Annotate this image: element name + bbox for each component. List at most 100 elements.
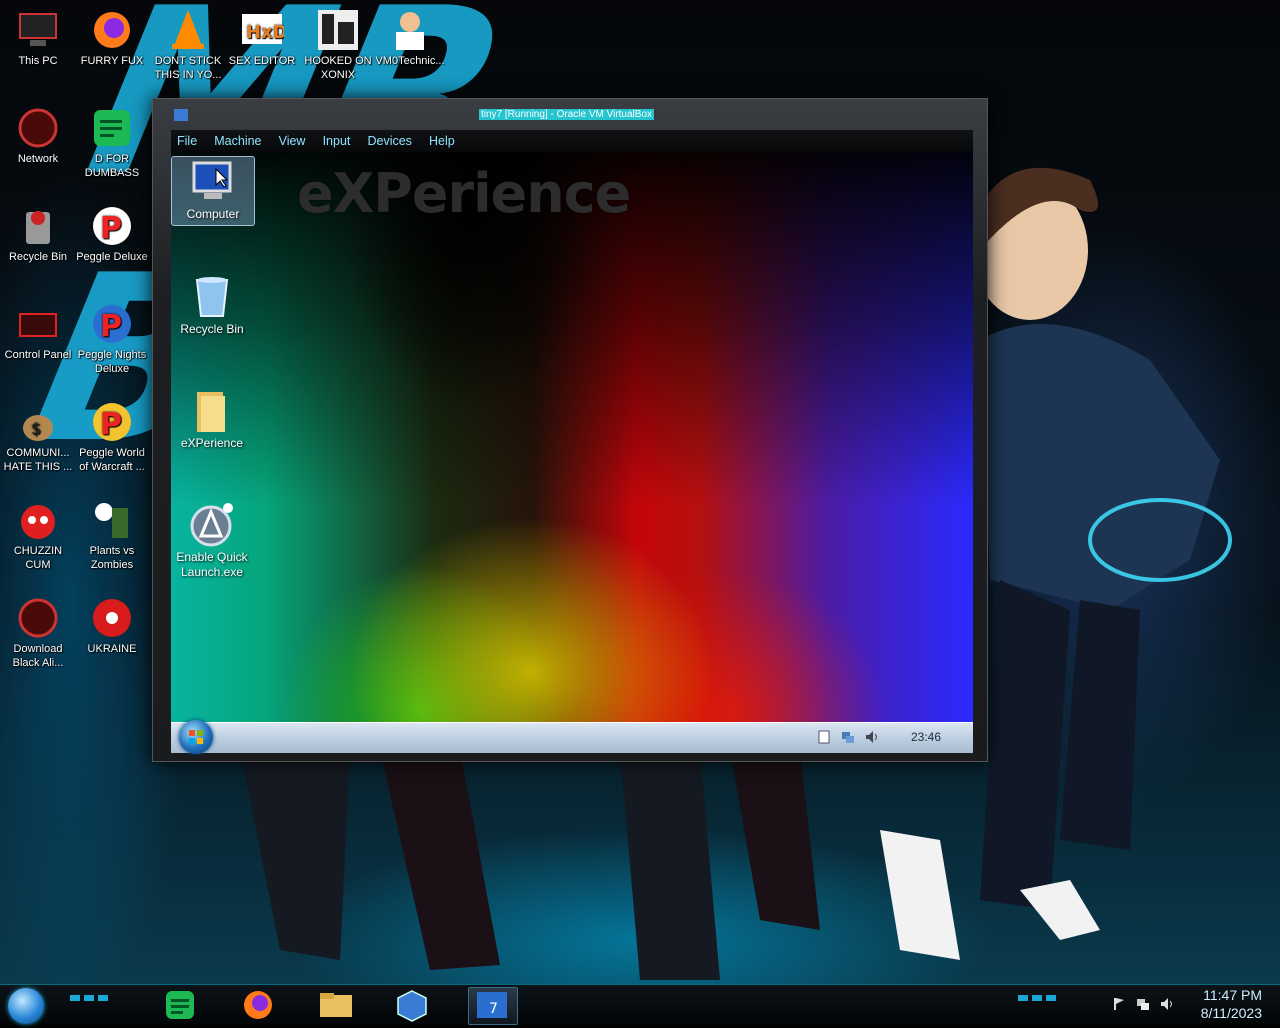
guest-icon-experience-folder[interactable]: eXPerience	[171, 386, 253, 451]
svg-text:P: P	[100, 211, 122, 246]
chuzzle-icon	[21, 505, 55, 539]
guest-icon-label: Enable Quick Launch.exe	[176, 550, 248, 579]
svg-text:P: P	[100, 407, 122, 442]
desktop-icon-recycle-bin[interactable]: Recycle Bin	[0, 204, 76, 264]
computer-icon	[192, 161, 232, 199]
tray-volume-icon[interactable]	[865, 730, 879, 744]
desktop-icon-d-for-dumbass[interactable]: D FOR DUMBASS	[74, 106, 150, 180]
menu-input[interactable]: Input	[317, 131, 357, 148]
menu-view[interactable]: View	[273, 131, 312, 148]
quick-launch-icon	[190, 503, 233, 547]
vm-menubar: File Machine View Input Devices Help	[171, 130, 973, 152]
guest-desktop[interactable]: eXPerience Computer Recycle Bin eXPerien…	[171, 152, 973, 722]
host-clock[interactable]: 11:47 PM 8/11/2023	[1201, 986, 1262, 1022]
vm-window-title: tiny7 [Running] - Oracle VM VirtualBox	[479, 109, 655, 120]
vlc-cone-icon	[172, 10, 204, 49]
desktop-icon-furry-fux[interactable]: FURRY FUX	[74, 8, 150, 68]
tray-network-icon[interactable]	[841, 730, 855, 744]
recycle-bin-icon	[26, 211, 50, 244]
guest-icon-label: Recycle Bin	[180, 322, 244, 336]
hxd-editor-icon: HxD	[242, 14, 288, 44]
guest-icon-enable-quick-launch[interactable]: Enable Quick Launch.exe	[171, 500, 253, 580]
peggle-nights-icon: P	[93, 305, 131, 344]
taskbar-decoration	[70, 995, 108, 1001]
folder-icon	[197, 392, 225, 432]
taskbar-notes-app[interactable]	[160, 987, 200, 1023]
desktop-icon-label: HOOKED ON XONIX	[304, 55, 372, 81]
guest-icon-computer[interactable]: Computer	[171, 156, 255, 226]
windows7-vm-icon: 7	[477, 992, 507, 1018]
desktop-icon-label: Control Panel	[4, 349, 72, 361]
tray-volume-icon[interactable]	[1160, 997, 1174, 1011]
guest-taskbar: 23:46	[171, 720, 973, 754]
virtualbox-vm-window[interactable]: tiny7 [Running] - Oracle VM VirtualBox F…	[152, 98, 988, 762]
desktop-icon-communi[interactable]: $ COMMUNI... HATE THIS ...	[0, 400, 76, 474]
taskbar-firefox[interactable]	[238, 987, 278, 1023]
desktop-icon-label: Download Black Ali...	[12, 643, 64, 669]
technician-icon	[396, 12, 424, 50]
notes-app-icon	[166, 991, 194, 1019]
wallpaper-figures	[240, 750, 960, 980]
desktop-icon-label: D FOR DUMBASS	[84, 153, 140, 179]
desktop-icon-label: Recycle Bin	[8, 251, 68, 263]
guest-wallpaper	[171, 152, 973, 722]
desktop-icon-download-black[interactable]: Download Black Ali...	[0, 596, 76, 670]
desktop-icon-peggle-wow[interactable]: P Peggle World of Warcraft ...	[74, 400, 150, 474]
tray-flag-icon[interactable]	[1112, 997, 1126, 1011]
desktop-icon-label: UKRAINE	[87, 643, 137, 655]
svg-text:7: 7	[489, 1001, 498, 1017]
peggle-icon: P	[93, 207, 131, 246]
vm-window-titlebar[interactable]: tiny7 [Running] - Oracle VM VirtualBox	[153, 99, 987, 129]
peggle-wow-icon: P	[93, 403, 131, 442]
desktop-icon-peggle-deluxe[interactable]: P Peggle Deluxe	[74, 204, 150, 264]
desktop-icon-chuzzin-cum[interactable]: CHUZZIN CUM	[0, 498, 76, 572]
recycle-bin-icon	[195, 277, 229, 317]
desktop-icon-network[interactable]: Network	[0, 106, 76, 166]
desktop-icon-label: FURRY FUX	[80, 55, 144, 67]
download-icon	[18, 598, 58, 638]
guest-icon-label: Computer	[186, 207, 240, 221]
desktop-icon-peggle-nights[interactable]: P Peggle Nights Deluxe	[74, 302, 150, 376]
desktop-icon-sex-editor[interactable]: HxD SEX EDITOR	[224, 8, 300, 68]
desktop-icon-this-pc[interactable]: This PC	[0, 8, 76, 68]
desktop-icon-label: Peggle World of Warcraft ...	[79, 447, 145, 473]
desktop-icon-hooked-on-xonix[interactable]: HOOKED ON XONIX	[300, 8, 376, 82]
desktop-icon-label: CHUZZIN CUM	[13, 545, 63, 571]
host-start-button[interactable]	[8, 988, 44, 1024]
desktop-icon-control-panel[interactable]: Control Panel	[0, 302, 76, 362]
file-explorer-icon	[320, 993, 352, 1017]
desktop-icon-label: Plants vs Zombies	[89, 545, 135, 571]
desktop-icon-label: Network	[17, 153, 59, 165]
svg-text:$: $	[31, 419, 41, 438]
desktop-icon-label: VM0Technic...	[375, 55, 445, 67]
desktop-icon-vm0technic[interactable]: VM0Technic...	[372, 8, 448, 68]
desktop-icon-plants-vs-zombies[interactable]: Plants vs Zombies	[74, 498, 150, 572]
desktop-icon-label: Peggle Nights Deluxe	[77, 349, 147, 375]
desktop-icon-ukraine[interactable]: UKRAINE	[74, 596, 150, 656]
taskbar-file-explorer[interactable]	[316, 987, 356, 1023]
tray-network-icon[interactable]	[1136, 997, 1150, 1011]
guest-start-button[interactable]	[179, 720, 213, 754]
firefox-icon	[94, 12, 130, 48]
guest-brand-text: eXPerience	[297, 162, 631, 225]
desktop-icon-label: SEX EDITOR	[228, 55, 296, 67]
menu-machine[interactable]: Machine	[208, 131, 267, 148]
firefox-icon	[244, 991, 272, 1019]
guest-clock[interactable]: 23:46	[911, 730, 941, 744]
taskbar-virtualbox[interactable]	[392, 987, 432, 1023]
virtualbox-icon	[174, 109, 188, 121]
svg-text:P: P	[100, 309, 122, 344]
taskbar-windows7-vm[interactable]: 7	[468, 987, 518, 1025]
network-icon	[18, 108, 58, 148]
menu-file[interactable]: File	[171, 131, 203, 148]
desktop-icon-label: This PC	[18, 55, 58, 67]
desktop-icon-label: DONT STICK THIS IN YO...	[154, 55, 222, 81]
guest-icon-recycle-bin[interactable]: Recycle Bin	[171, 272, 253, 337]
svg-text:HxD: HxD	[246, 22, 284, 43]
wallpaper-character	[970, 167, 1232, 940]
menu-devices[interactable]: Devices	[361, 131, 417, 148]
desktop-icon-dont-stick[interactable]: DONT STICK THIS IN YO...	[150, 8, 226, 82]
tray-document-icon[interactable]	[817, 730, 831, 744]
menu-help[interactable]: Help	[423, 131, 461, 148]
control-panel-icon	[19, 313, 57, 337]
